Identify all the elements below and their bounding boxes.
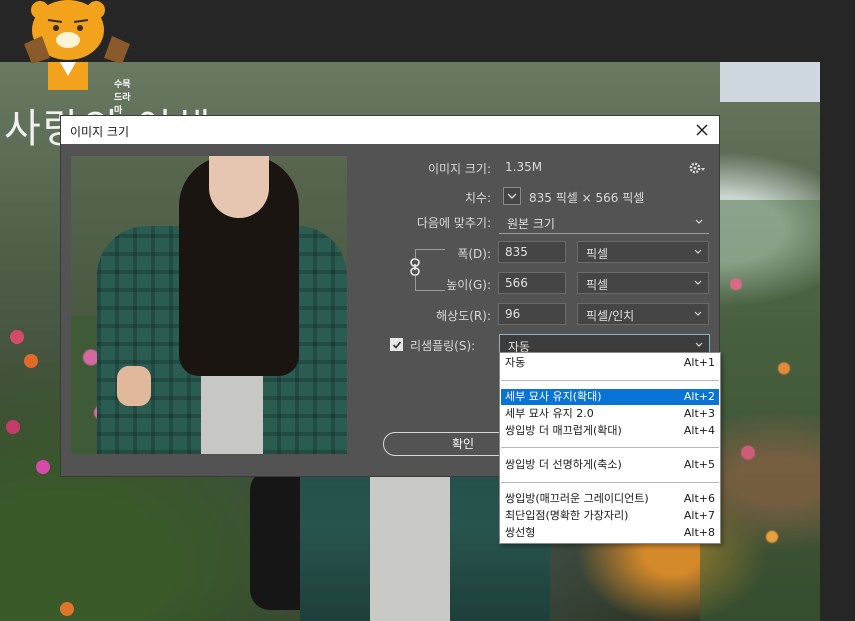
image-size-label: 이미지 크기: [427,162,491,176]
close-icon [696,124,708,136]
resolution-unit-select[interactable]: 픽셀/인치 [577,303,709,325]
menu-item-bicubic-smoother[interactable]: 쌍입방 더 매끄럽게(확대) Alt+4 [501,423,719,439]
menu-item-bicubic[interactable]: 쌍입방(매끄러운 그레이디언트) Alt+6 [501,491,719,507]
width-label: 폭(D): [457,247,491,261]
chevron-down-icon [694,249,702,254]
menu-item-nearest-neighbor[interactable]: 최단입점(명확한 가장자리) Alt+7 [501,508,719,524]
link-icon [410,258,420,276]
fit-to-label: 다음에 맞추기: [416,216,491,230]
resolution-label: 해상도(R): [436,309,491,323]
shortcut-label: Alt+3 [683,407,715,420]
shortcut-label: Alt+2 [683,390,715,403]
width-unit-value: 픽셀 [586,247,609,261]
height-unit-value: 픽셀 [586,278,609,292]
shortcut-label: Alt+4 [683,424,715,437]
chevron-down-icon [694,311,702,316]
resolution-unit-value: 픽셀/인치 [586,309,635,323]
height-unit-select[interactable]: 픽셀 [577,272,709,294]
canvas-sky [720,62,820,102]
dialog-title: 이미지 크기 [70,125,130,139]
dialog-titlebar[interactable]: 이미지 크기 [61,116,719,144]
resample-dropdown-menu: 자동 Alt+1 세부 묘사 유지(확대) Alt+2 세부 묘사 유지 2.0… [499,352,721,544]
dimensions-label: 치수: [464,191,491,205]
channel-logo: 수목드라마 [18,0,138,116]
menu-separator [501,482,719,483]
resolution-input[interactable]: 96 [498,303,566,325]
height-label: 높이(G): [446,278,491,292]
settings-gear-button[interactable] [689,161,707,175]
close-button[interactable] [685,116,719,144]
chevron-down-icon [507,193,517,199]
shortcut-label: Alt+8 [683,526,715,539]
image-preview[interactable] [71,156,347,454]
fit-to-select[interactable]: 원본 크기 [499,212,709,234]
menu-item-preserve-details[interactable]: 세부 묘사 유지(확대) Alt+2 [501,389,719,405]
shortcut-label: Alt+5 [683,458,715,471]
check-icon [392,341,402,349]
constrain-proportions-button[interactable] [408,258,422,276]
chevron-down-icon [694,280,702,285]
gear-icon [689,162,705,174]
width-unit-select[interactable]: 픽셀 [577,241,709,263]
width-input[interactable]: 835 [498,241,566,263]
shortcut-label: Alt+1 [683,356,715,369]
fit-to-value: 원본 크기 [507,217,555,231]
resample-checkbox[interactable] [390,338,403,351]
resample-label: 리샘플링(S): [410,339,476,353]
menu-separator [501,447,719,448]
height-input[interactable]: 566 [498,272,566,294]
chevron-down-icon [695,342,703,347]
dimensions-unit-toggle[interactable] [503,187,521,205]
menu-item-bicubic-sharper[interactable]: 쌍입방 더 선명하게(축소) Alt+5 [501,457,719,473]
logo-label: 수목드라마 [114,80,131,116]
menu-separator [501,380,719,381]
menu-item-preserve-details-2[interactable]: 세부 묘사 유지 2.0 Alt+3 [501,406,719,422]
dimensions-value: 835 픽셀 × 566 픽셀 [529,191,645,205]
chevron-down-icon [695,219,703,224]
menu-item-auto[interactable]: 자동 Alt+1 [501,355,719,371]
image-size-value: 1.35M [505,160,543,174]
menu-item-bilinear[interactable]: 쌍선형 Alt+8 [501,525,719,541]
shortcut-label: Alt+6 [683,492,715,505]
shortcut-label: Alt+7 [683,509,715,522]
